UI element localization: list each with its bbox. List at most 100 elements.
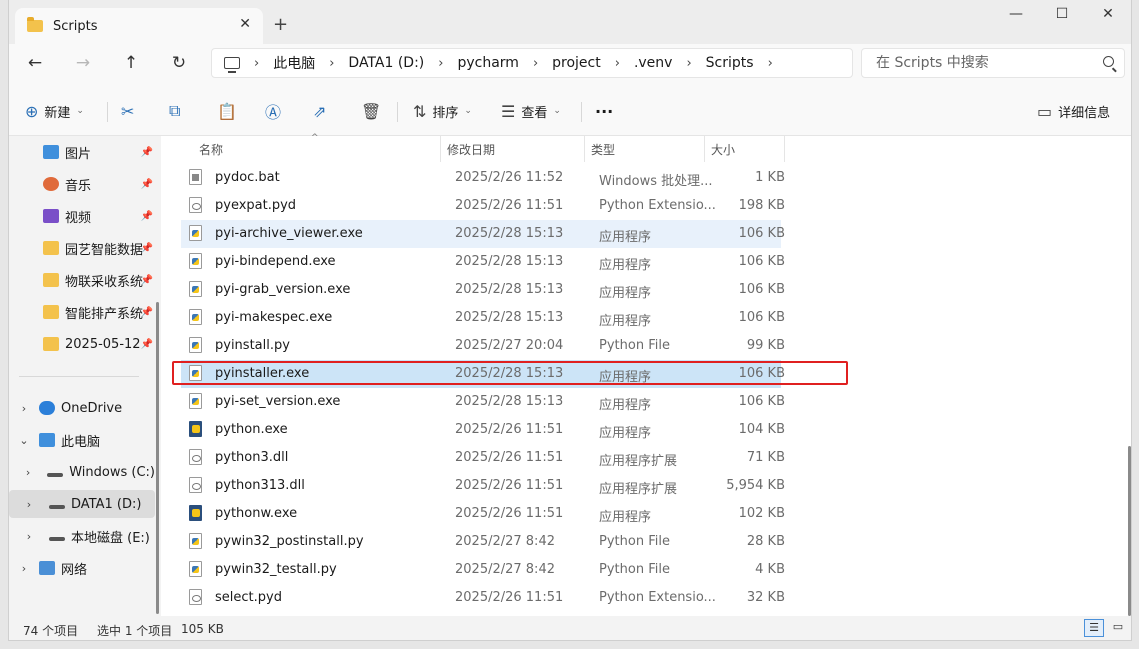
sidebar-item-drive-d[interactable]: › DATA1 (D:) (9, 490, 155, 518)
chevron-right-icon[interactable]: › (9, 562, 39, 575)
minimize-button[interactable]: — (993, 6, 1039, 28)
file-row[interactable]: pyi-archive_viewer.exe 2025/2/28 15:13 应用程… (181, 220, 785, 248)
sidebar-item-onedrive[interactable]: › OneDrive (9, 394, 155, 422)
file-size: 99 KB (746, 338, 785, 353)
search-input[interactable] (874, 54, 1088, 72)
column-header-type[interactable]: 类型 (591, 136, 615, 162)
sort-button[interactable]: ⇅ 排序 ⌄ (413, 98, 472, 124)
breadcrumb-venv[interactable]: .venv (634, 55, 673, 71)
folder-icon (43, 305, 59, 319)
sort-ascending-icon: ^ (311, 133, 319, 143)
delete-button[interactable]: 🗑 (361, 98, 381, 124)
sidebar-item-folder[interactable]: 2025-05-12 📌 (9, 330, 155, 358)
chevron-right-icon[interactable]: › (9, 402, 39, 415)
file-modified: 2025/2/27 20:04 (455, 338, 564, 353)
chevron-right-icon[interactable]: › (9, 498, 49, 511)
new-tab-button[interactable]: + (273, 14, 288, 35)
sidebar-item-label: Windows (C:) (69, 464, 155, 480)
file-row[interactable]: pyi-grab_version.exe 2025/2/28 15:13 应用程序 1… (181, 276, 785, 304)
file-modified: 2025/2/26 11:51 (455, 506, 564, 521)
breadcrumb-separator[interactable]: › (438, 56, 443, 71)
column-header-modified[interactable]: 修改日期 (447, 136, 495, 162)
more-options-button[interactable]: ··· (595, 98, 613, 124)
tab-scripts[interactable]: Scripts ✕ (15, 8, 263, 44)
breadcrumb-scripts[interactable]: Scripts (706, 55, 754, 71)
breadcrumb-this-pc[interactable]: 此电脑 (273, 53, 315, 73)
column-divider[interactable] (704, 136, 705, 162)
paste-button[interactable]: 📋 (217, 98, 237, 124)
tiles-view-button[interactable]: ▭ (1108, 619, 1128, 637)
file-row[interactable]: python.exe 2025/2/26 11:51 应用程序 104 KB (181, 416, 785, 444)
column-divider[interactable] (784, 136, 785, 162)
sidebar-scrollbar[interactable] (156, 302, 159, 614)
search-icon[interactable] (1103, 56, 1114, 67)
up-button[interactable]: ↑ (117, 53, 145, 75)
refresh-button[interactable]: ↻ (165, 53, 193, 75)
selection-count: 选中 1 个项目 (97, 624, 173, 638)
sidebar-item-music[interactable]: 音乐 📌 (9, 170, 155, 198)
details-pane-icon: ▭ (1037, 101, 1053, 121)
breadcrumb-pycharm[interactable]: pycharm (457, 55, 518, 71)
column-header-name[interactable]: 名称 (199, 136, 223, 162)
breadcrumb-data1[interactable]: DATA1 (D:) (348, 55, 424, 71)
rename-button[interactable]: Ⓐ (265, 98, 281, 124)
sidebar-item-network[interactable]: › 网络 (9, 554, 155, 582)
sidebar-item-folder[interactable]: 智能排产系统 📌 (9, 298, 155, 326)
file-name: pyinstaller.exe (215, 366, 310, 381)
file-list-scrollbar[interactable] (1128, 446, 1131, 616)
tab-title: Scripts (53, 18, 98, 34)
maximize-button[interactable]: ☐ (1039, 6, 1085, 28)
cut-button[interactable]: ✂ (121, 98, 134, 124)
breadcrumb-project[interactable]: project (552, 55, 601, 71)
file-row[interactable]: python3.dll 2025/2/26 11:51 应用程序扩展 71 KB (181, 444, 785, 472)
file-row[interactable]: select.pyd 2025/2/26 11:51 Python Extensio… (181, 584, 785, 612)
close-button[interactable]: ✕ (1085, 6, 1131, 28)
breadcrumb-separator[interactable]: › (254, 56, 259, 71)
new-button[interactable]: ⊕ 新建 ⌄ (25, 98, 84, 124)
chevron-right-icon[interactable]: › (9, 466, 47, 479)
file-modified: 2025/2/28 15:13 (455, 226, 564, 241)
file-type: 应用程序扩展 (599, 454, 678, 469)
column-divider[interactable] (584, 136, 585, 162)
file-row[interactable]: python313.dll 2025/2/26 11:51 应用程序扩展 5,954 … (181, 472, 785, 500)
breadcrumb-separator[interactable]: › (533, 56, 538, 71)
sidebar-item-drive-c[interactable]: › Windows (C:) (9, 458, 155, 486)
share-button[interactable]: ⇗ (313, 98, 326, 124)
column-divider[interactable] (440, 136, 441, 162)
sidebar-item-pictures[interactable]: 图片 📌 (9, 138, 155, 166)
breadcrumb-separator[interactable]: › (329, 56, 334, 71)
details-view-button[interactable]: ☰ (1084, 619, 1104, 637)
sidebar-item-folder[interactable]: 物联采收系统 📌 (9, 266, 155, 294)
copy-button[interactable]: ⧉ (169, 98, 180, 124)
file-type: 应用程序 (599, 398, 652, 413)
breadcrumb-separator[interactable]: › (615, 56, 620, 71)
file-name: pyi-makespec.exe (215, 310, 333, 325)
file-row[interactable]: pyexpat.pyd 2025/2/26 11:51 Python Extensi… (181, 192, 785, 220)
forward-button[interactable]: → (69, 53, 97, 75)
back-button[interactable]: ← (21, 53, 49, 75)
address-bar[interactable]: › 此电脑 › DATA1 (D:) › pycharm › project ›… (211, 48, 853, 78)
breadcrumb-separator[interactable]: › (686, 56, 691, 71)
view-button[interactable]: ☰ 查看 ⌄ (501, 98, 561, 124)
file-row[interactable]: pyi-bindepend.exe 2025/2/28 15:13 应用程序 106 … (181, 248, 785, 276)
sidebar-item-this-pc[interactable]: ⌄ 此电脑 (9, 426, 155, 454)
file-type: 应用程序 (599, 230, 652, 245)
tab-close-button[interactable]: ✕ (239, 16, 251, 32)
details-pane-button[interactable]: ▭ 详细信息 (1037, 98, 1110, 124)
file-row[interactable]: pywin32_testall.py 2025/2/27 8:42 Python F… (181, 556, 785, 584)
dll-file-icon (189, 449, 202, 465)
sidebar-item-folder[interactable]: 园艺智能数据 📌 (9, 234, 155, 262)
file-row[interactable]: pythonw.exe 2025/2/26 11:51 应用程序 102 KB (181, 500, 785, 528)
file-row[interactable]: pyinstall.py 2025/2/27 20:04 Python File 99… (181, 332, 785, 360)
chevron-right-icon[interactable]: › (9, 530, 49, 543)
file-row[interactable]: pyi-set_version.exe 2025/2/28 15:13 应用程序 10… (181, 388, 785, 416)
sidebar-item-drive-e[interactable]: › 本地磁盘 (E:) (9, 522, 155, 550)
file-row[interactable]: pyi-makespec.exe 2025/2/28 15:13 应用程序 106 K… (181, 304, 785, 332)
chevron-down-icon[interactable]: ⌄ (9, 434, 39, 447)
breadcrumb-separator[interactable]: › (768, 56, 773, 71)
file-row[interactable]: pywin32_postinstall.py 2025/2/27 8:42 Pyth… (181, 528, 785, 556)
sidebar-item-videos[interactable]: 视频 📌 (9, 202, 155, 230)
column-header-size[interactable]: 大小 (711, 136, 735, 162)
file-row[interactable]: pydoc.bat 2025/2/26 11:52 Windows 批处理... 1 … (181, 164, 785, 192)
file-row[interactable]: pyinstaller.exe 2025/2/28 15:13 应用程序 106 KB (181, 360, 785, 388)
